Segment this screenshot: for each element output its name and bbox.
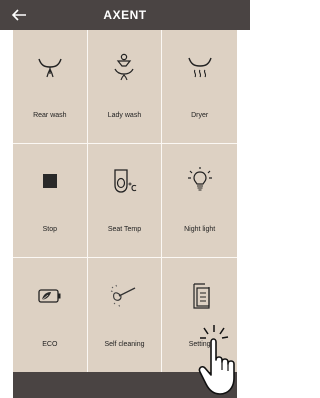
tile-label: Rear wash — [33, 112, 67, 119]
function-grid: Rear wash Lady wash Dryer Stop Seat Temp… — [13, 30, 237, 372]
tile-label: Seat Temp — [107, 226, 142, 233]
tile-self-cleaning[interactable]: Self cleaning — [88, 258, 163, 372]
tile-label: Dryer — [191, 112, 209, 119]
stop-icon — [42, 174, 57, 189]
tile-stop[interactable]: Stop — [13, 144, 88, 258]
tile-label: Stop — [42, 226, 58, 233]
tile-eco[interactable]: ECO — [13, 258, 88, 372]
tile-rear-wash[interactable]: Rear wash — [13, 30, 88, 144]
eco-battery-icon — [38, 288, 61, 303]
phone-screen: AXENT Rear wash Lady wash Dryer Stop Sea… — [0, 0, 250, 398]
dryer-icon — [187, 58, 212, 78]
self-cleaning-icon — [111, 284, 136, 307]
lady-wash-icon — [114, 54, 135, 81]
seat-temp-icon — [114, 169, 137, 193]
night-light-icon — [187, 167, 212, 191]
rear-wash-icon — [38, 59, 62, 78]
tile-dryer[interactable]: Dryer — [162, 30, 237, 144]
tile-label: Self cleaning — [104, 341, 145, 348]
tile-night-light[interactable]: Night light — [162, 144, 237, 258]
tile-label: Lady wash — [107, 112, 142, 119]
tile-label: ECO — [42, 341, 58, 348]
settings-icon — [193, 283, 210, 309]
tap-hand-icon — [198, 325, 235, 395]
app-title: AXENT — [103, 8, 147, 22]
tile-seat-temp[interactable]: Seat Temp — [87, 144, 163, 258]
top-bar: AXENT — [0, 0, 250, 30]
tile-label: Night light — [184, 226, 216, 233]
tile-lady-wash[interactable]: Lady wash — [87, 30, 163, 144]
